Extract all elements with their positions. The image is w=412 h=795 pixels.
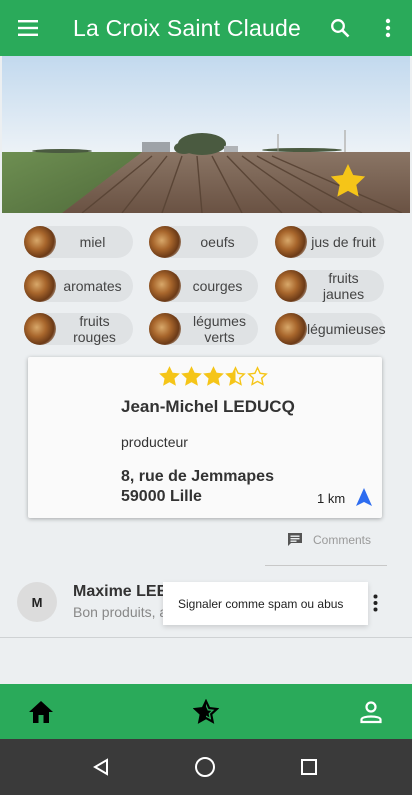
chip-avatar-icon <box>149 226 181 258</box>
back-icon[interactable] <box>71 739 131 795</box>
home-circle-icon[interactable] <box>175 739 235 795</box>
chip-avatar-icon <box>24 313 56 345</box>
comment-author: Maxime LEE <box>73 583 168 600</box>
chip-label: fruits rouges <box>73 313 116 345</box>
chip-aromates[interactable]: aromates <box>24 270 133 302</box>
chip-legumieuses[interactable]: légumieuses <box>275 313 386 345</box>
star-rating-icon[interactable] <box>176 684 236 739</box>
chip-label: courges <box>192 278 243 294</box>
chip-fruits-rouges[interactable]: fruits rouges <box>24 313 133 345</box>
app-bar: La Croix Saint Claude <box>0 0 412 56</box>
address-line-1: 8, rue de Jemmapes <box>121 468 274 485</box>
comments-button[interactable]: Comments <box>287 532 371 548</box>
producer-name: Jean-Michel LEDUCQ <box>121 397 295 416</box>
divider <box>0 637 412 638</box>
producer-role: producteur <box>121 434 188 450</box>
chip-label: fruits jaunes <box>322 270 365 302</box>
chip-courges[interactable]: courges <box>149 270 258 302</box>
comment-more-vert-icon[interactable] <box>366 591 384 615</box>
report-menu-item[interactable]: Signaler comme spam ou abus <box>163 582 368 625</box>
favorite-star-icon[interactable] <box>328 161 368 201</box>
comment-icon <box>288 533 302 546</box>
comments-label: Comments <box>313 533 372 547</box>
chip-label: oeufs <box>200 234 235 250</box>
chip-oeufs[interactable]: oeufs <box>149 226 258 258</box>
page-title: La Croix Saint Claude <box>73 14 301 41</box>
chip-miel[interactable]: miel <box>24 226 133 258</box>
star-full-icon <box>203 366 224 386</box>
farm-field-photo <box>2 56 410 213</box>
navigation-arrow-icon[interactable] <box>354 487 374 507</box>
producer-card[interactable]: Jean-Michel LEDUCQ producteur 8, rue de … <box>28 357 382 518</box>
divider <box>265 565 387 566</box>
account-icon[interactable] <box>341 684 401 739</box>
distance-label: 1 km <box>317 491 346 506</box>
system-nav-bar <box>0 739 412 795</box>
star-empty-icon <box>247 366 268 386</box>
chip-label: jus de fruit <box>311 234 376 250</box>
chip-legumes-verts[interactable]: légumes verts <box>149 313 258 345</box>
chip-label: légumes verts <box>193 313 246 345</box>
bottom-nav <box>0 684 412 739</box>
chip-avatar-icon <box>275 313 307 345</box>
hamburger-menu-icon[interactable] <box>0 0 56 56</box>
chip-avatar-icon <box>275 270 307 302</box>
avatar: M <box>17 582 57 622</box>
chip-label: aromates <box>63 278 122 294</box>
address-line-2: 59000 Lille <box>121 488 202 505</box>
app-screen: La Croix Saint Claude miel oeufs jus de … <box>0 0 412 795</box>
search-icon[interactable] <box>316 0 364 56</box>
chip-jus-de-fruit[interactable]: jus de fruit <box>275 226 384 258</box>
chip-avatar-icon <box>24 226 56 258</box>
star-half-icon <box>225 366 246 386</box>
star-full-icon <box>159 366 180 386</box>
chip-avatar-icon <box>149 270 181 302</box>
home-icon[interactable] <box>11 684 71 739</box>
chip-fruits-jaunes[interactable]: fruits jaunes <box>275 270 384 302</box>
chip-avatar-icon <box>149 313 181 345</box>
star-full-icon <box>181 366 202 386</box>
more-vert-icon[interactable] <box>364 0 412 56</box>
recents-icon[interactable] <box>279 739 339 795</box>
chip-label: miel <box>79 234 106 250</box>
rating-stars <box>159 366 268 387</box>
chip-avatar-icon <box>275 226 307 258</box>
producer-address: 8, rue de Jemmapes 59000 Lille <box>121 467 274 507</box>
chip-avatar-icon <box>24 270 56 302</box>
chip-label: légumieuses <box>307 321 386 337</box>
comment-text: Bon produits, a <box>73 604 168 620</box>
